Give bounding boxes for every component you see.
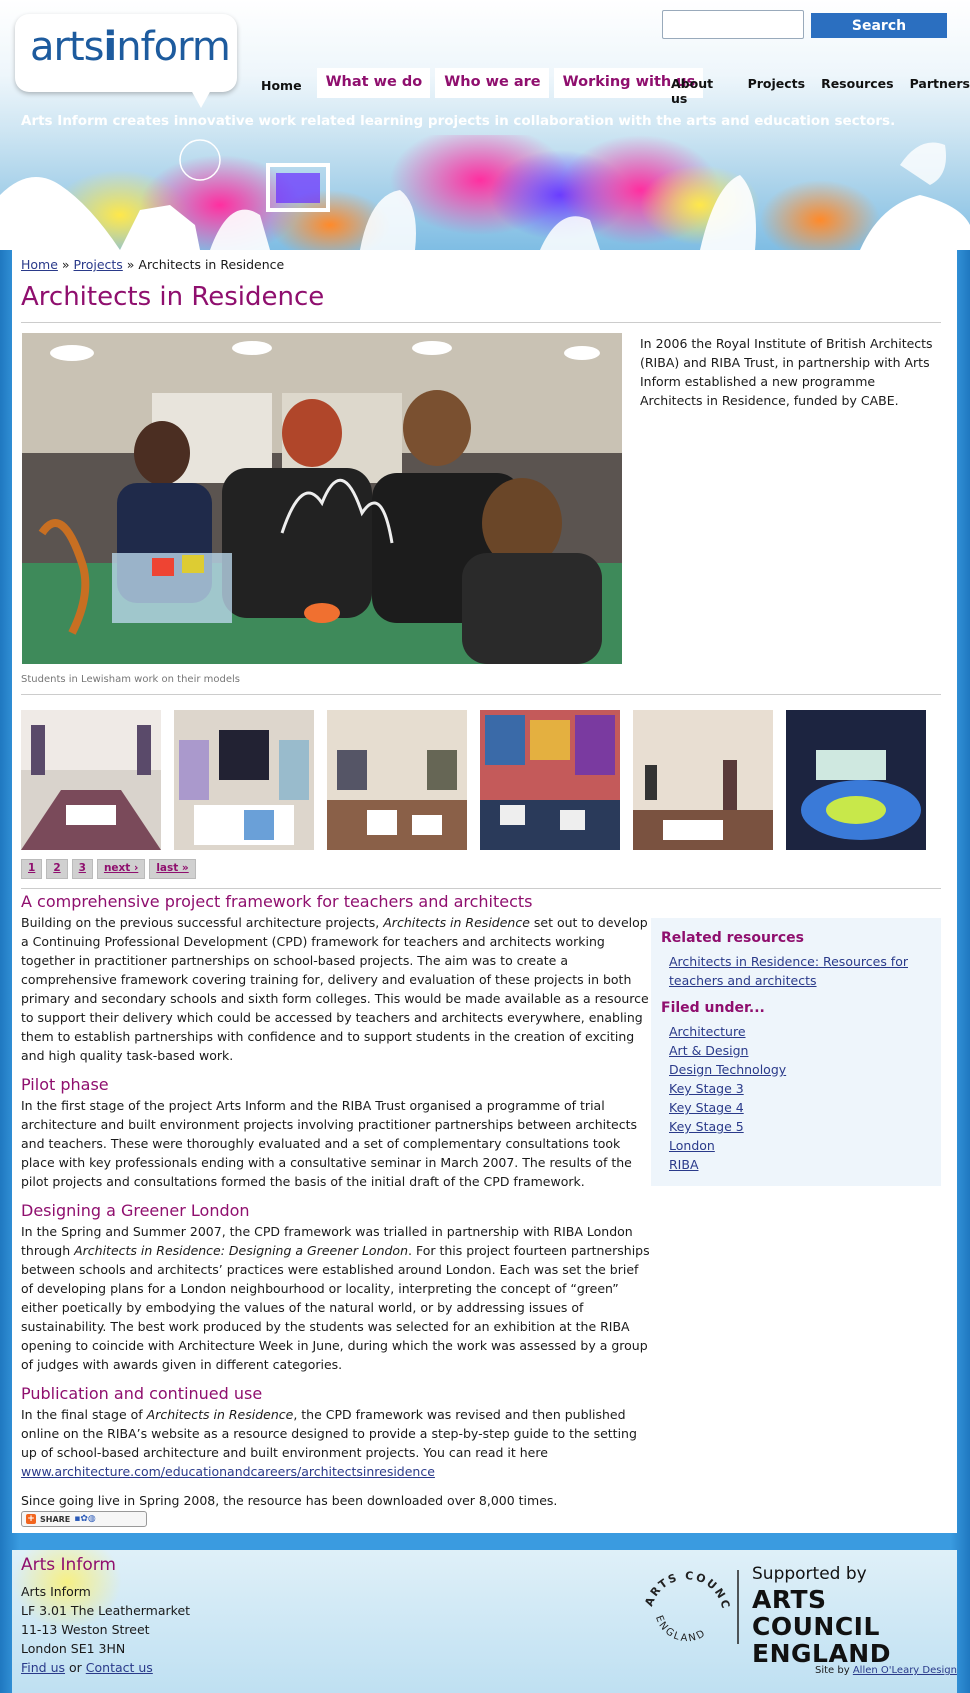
site-header: artsinform Search Home What we do Who we…	[0, 0, 970, 250]
breadcrumb-separator: »	[122, 257, 139, 272]
section-text: In the final stage of Architects in Resi…	[21, 1407, 637, 1479]
section-heading: Pilot phase	[21, 1075, 109, 1094]
find-us-link[interactable]: Find us	[21, 1660, 65, 1675]
gallery-thumbnail[interactable]	[174, 710, 314, 850]
page-1-link[interactable]: 1	[21, 859, 43, 879]
nav-tab-who-we-are[interactable]: Who we are	[435, 68, 549, 98]
main-content: Home » Projects » Architects in Residenc…	[12, 250, 957, 1533]
related-resources-heading: Related resources	[661, 930, 804, 946]
gallery-thumbnail[interactable]	[786, 710, 926, 850]
breadcrumb-home[interactable]: Home	[21, 257, 58, 272]
filed-under-list: Architecture Art & Design Design Technol…	[661, 1022, 931, 1174]
pagination: 1 2 3 next › last »	[21, 859, 196, 879]
tag-link-key-stage-4[interactable]: Key Stage 4	[669, 1100, 744, 1115]
address-line: LF 3.01 The Leathermarket	[21, 1603, 191, 1618]
tag-link-london[interactable]: London	[669, 1138, 715, 1153]
last-page-link[interactable]: last »	[149, 859, 196, 879]
search-button[interactable]: Search	[811, 13, 947, 38]
contact-us-link[interactable]: Contact us	[86, 1660, 153, 1675]
intro-text: In 2006 the Royal Institute of British A…	[640, 336, 933, 408]
plus-icon: +	[26, 1514, 36, 1524]
site-credit: Site by Allen O'Leary Design	[815, 1665, 957, 1676]
sidebar: Related resources Architects in Residenc…	[651, 918, 941, 1186]
arts-council-wordmark: ARTS COUNCIL ENGLAND	[752, 1585, 891, 1668]
nav-about-us[interactable]: About us	[671, 76, 732, 106]
supported-by-label: Supported by	[752, 1564, 867, 1584]
filed-under-heading: Filed under...	[661, 1000, 765, 1016]
share-button[interactable]: + SHARE ▪✿◍	[21, 1511, 147, 1527]
divider	[21, 694, 941, 695]
breadcrumb-current: Architects in Residence	[138, 257, 285, 272]
thumbnail-gallery	[21, 710, 926, 850]
footer-title: Arts Inform	[21, 1555, 116, 1575]
page-2-link[interactable]: 2	[46, 859, 68, 879]
hero-caption: Students in Lewisham work on their model…	[21, 674, 240, 685]
section-text: In the Spring and Summer 2007, the CPD f…	[21, 1224, 650, 1372]
svg-text:ENGLAND: ENGLAND	[653, 1614, 709, 1644]
page-3-link[interactable]: 3	[71, 859, 93, 879]
arts-council-seal-icon: ARTS COUNCIL ENGLAND	[642, 1562, 739, 1644]
site-tagline: Arts Inform creates innovative work rela…	[21, 113, 896, 129]
gallery-thumbnail[interactable]	[21, 710, 161, 850]
tag-link-design-technology[interactable]: Design Technology	[669, 1062, 786, 1077]
social-icons: ▪✿◍	[74, 1514, 96, 1524]
breadcrumb-projects[interactable]: Projects	[74, 257, 123, 272]
nav-projects[interactable]: Projects	[748, 76, 806, 106]
gallery-thumbnail[interactable]	[633, 710, 773, 850]
share-label: SHARE	[40, 1514, 71, 1524]
divider	[21, 888, 941, 889]
address-line: 11-13 Weston Street	[21, 1622, 150, 1637]
footer-address: Arts Inform LF 3.01 The Leathermarket 11…	[21, 1582, 190, 1677]
section-heading: Publication and continued use	[21, 1384, 263, 1403]
nav-tab-what-we-do[interactable]: What we do	[316, 68, 431, 98]
divider	[21, 322, 941, 323]
gallery-thumbnail[interactable]	[480, 710, 620, 850]
article: A comprehensive project framework for te…	[21, 892, 651, 1520]
tag-link-riba[interactable]: RIBA	[669, 1157, 699, 1172]
address-line: Arts Inform	[21, 1584, 91, 1599]
search-input[interactable]	[662, 10, 804, 39]
banner-illustration	[0, 135, 970, 250]
page-title: Architects in Residence	[21, 282, 325, 312]
nav-home[interactable]: Home	[255, 78, 312, 98]
section-heading: A comprehensive project framework for te…	[21, 892, 533, 911]
section-text: Since going live in Spring 2008, the res…	[21, 1493, 558, 1508]
tag-link-key-stage-5[interactable]: Key Stage 5	[669, 1119, 744, 1134]
breadcrumb: Home » Projects » Architects in Residenc…	[21, 257, 284, 272]
section-heading: Designing a Greener London	[21, 1201, 250, 1220]
footer-or: or	[65, 1660, 86, 1675]
secondary-nav: About us Projects Resources Partners	[671, 76, 970, 106]
nav-resources[interactable]: Resources	[821, 76, 894, 106]
site-logo[interactable]: artsinform	[30, 24, 231, 70]
riba-resource-link[interactable]: www.architecture.com/educationandcareers…	[21, 1464, 435, 1479]
logo-accent: i	[103, 24, 117, 70]
next-page-link[interactable]: next ›	[96, 859, 146, 879]
main-nav: Home What we do Who we are Working with …	[255, 68, 704, 98]
gallery-thumbnail[interactable]	[327, 710, 467, 850]
breadcrumb-separator: »	[57, 257, 74, 272]
hero-photo[interactable]	[22, 333, 622, 664]
section-text: In the first stage of the project Arts I…	[21, 1098, 637, 1189]
site-footer: Arts Inform Arts Inform LF 3.01 The Leat…	[12, 1550, 957, 1693]
section-text: Building on the previous successful arch…	[21, 915, 649, 1063]
svg-text:ARTS COUNCIL: ARTS COUNCIL	[642, 1562, 733, 1612]
tag-link-art-design[interactable]: Art & Design	[669, 1043, 748, 1058]
related-resource-link[interactable]: Architects in Residence: Resources for t…	[661, 952, 931, 990]
address-line: London SE1 3HN	[21, 1641, 126, 1656]
nav-partners[interactable]: Partners	[910, 76, 970, 106]
tag-link-key-stage-3[interactable]: Key Stage 3	[669, 1081, 744, 1096]
designer-link[interactable]: Allen O'Leary Design	[853, 1665, 957, 1676]
tag-link-architecture[interactable]: Architecture	[669, 1024, 746, 1039]
